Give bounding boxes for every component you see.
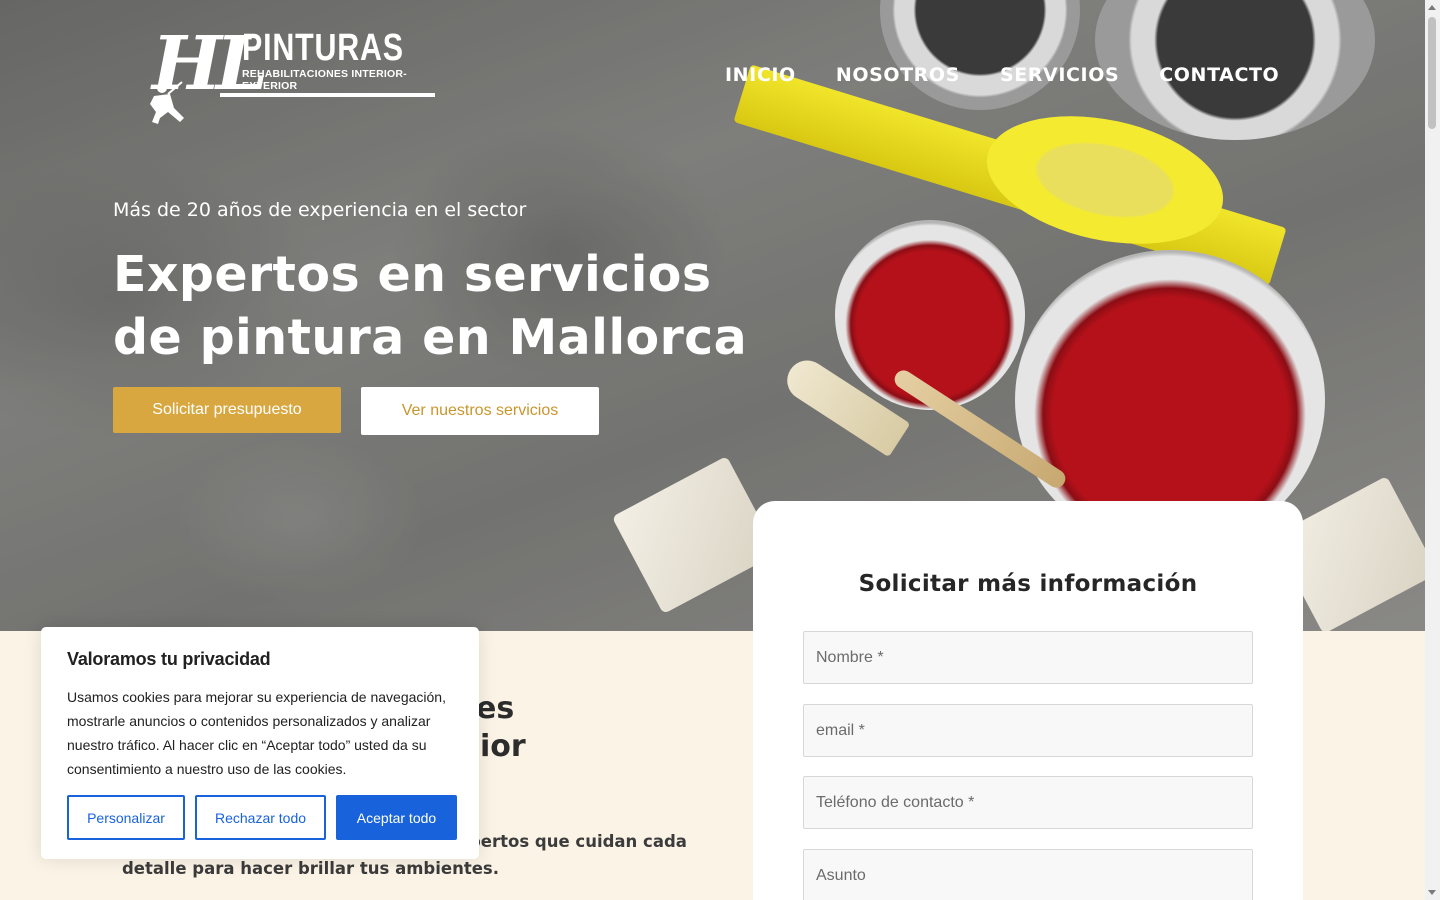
paint-can-image — [880, 0, 1080, 110]
accept-all-button[interactable]: Aceptar todo — [336, 795, 457, 840]
cookie-consent-banner: Valoramos tu privacidad Usamos cookies p… — [41, 627, 479, 859]
about-text-line: detalle para hacer brillar tus ambientes… — [122, 859, 499, 878]
cookie-buttons: Personalizar Rechazar todo Aceptar todo — [67, 795, 457, 840]
nav-item-inicio[interactable]: INICIO — [725, 64, 796, 86]
subject-field[interactable] — [803, 849, 1253, 900]
customize-cookies-button[interactable]: Personalizar — [67, 795, 185, 840]
hero-eyebrow: Más de 20 años de experiencia en el sect… — [113, 199, 527, 221]
email-field[interactable] — [803, 704, 1253, 757]
scrollbar-thumb[interactable] — [1428, 17, 1436, 129]
view-services-button[interactable]: Ver nuestros servicios — [361, 387, 599, 435]
phone-field[interactable] — [803, 776, 1253, 829]
form-title: Solicitar más información — [858, 571, 1198, 597]
cookie-text: Usamos cookies para mejorar su experienc… — [67, 689, 446, 777]
nav-item-nosotros[interactable]: NOSOTROS — [836, 64, 960, 86]
cookie-title: Valoramos tu privacidad — [67, 649, 271, 669]
logo-title: PINTURAS — [242, 27, 404, 69]
site-logo[interactable]: HL PINTURAS REHABILITACIONES INTERIOR-EX… — [140, 27, 440, 126]
main-nav: INICIO NOSOTROS SERVICIOS CONTACTO — [725, 64, 1319, 86]
paint-can-red-image — [835, 220, 1025, 410]
scroll-down-icon[interactable] — [1428, 890, 1436, 895]
logo-subtitle: REHABILITACIONES INTERIOR-EXTERIOR — [242, 68, 407, 92]
hero-title: Expertos en servicios de pintura en Mall… — [113, 246, 748, 366]
nav-item-servicios[interactable]: SERVICIOS — [1000, 64, 1119, 86]
name-field[interactable] — [803, 631, 1253, 684]
page-scrollbar[interactable] — [1425, 0, 1440, 900]
request-quote-button[interactable]: Solicitar presupuesto — [113, 387, 341, 433]
contact-form-card: Solicitar más información — [753, 501, 1303, 900]
nav-item-contacto[interactable]: CONTACTO — [1159, 64, 1279, 86]
scroll-up-icon[interactable] — [1428, 5, 1436, 10]
logo-underline — [220, 93, 435, 97]
reject-all-button[interactable]: Rechazar todo — [195, 795, 326, 840]
